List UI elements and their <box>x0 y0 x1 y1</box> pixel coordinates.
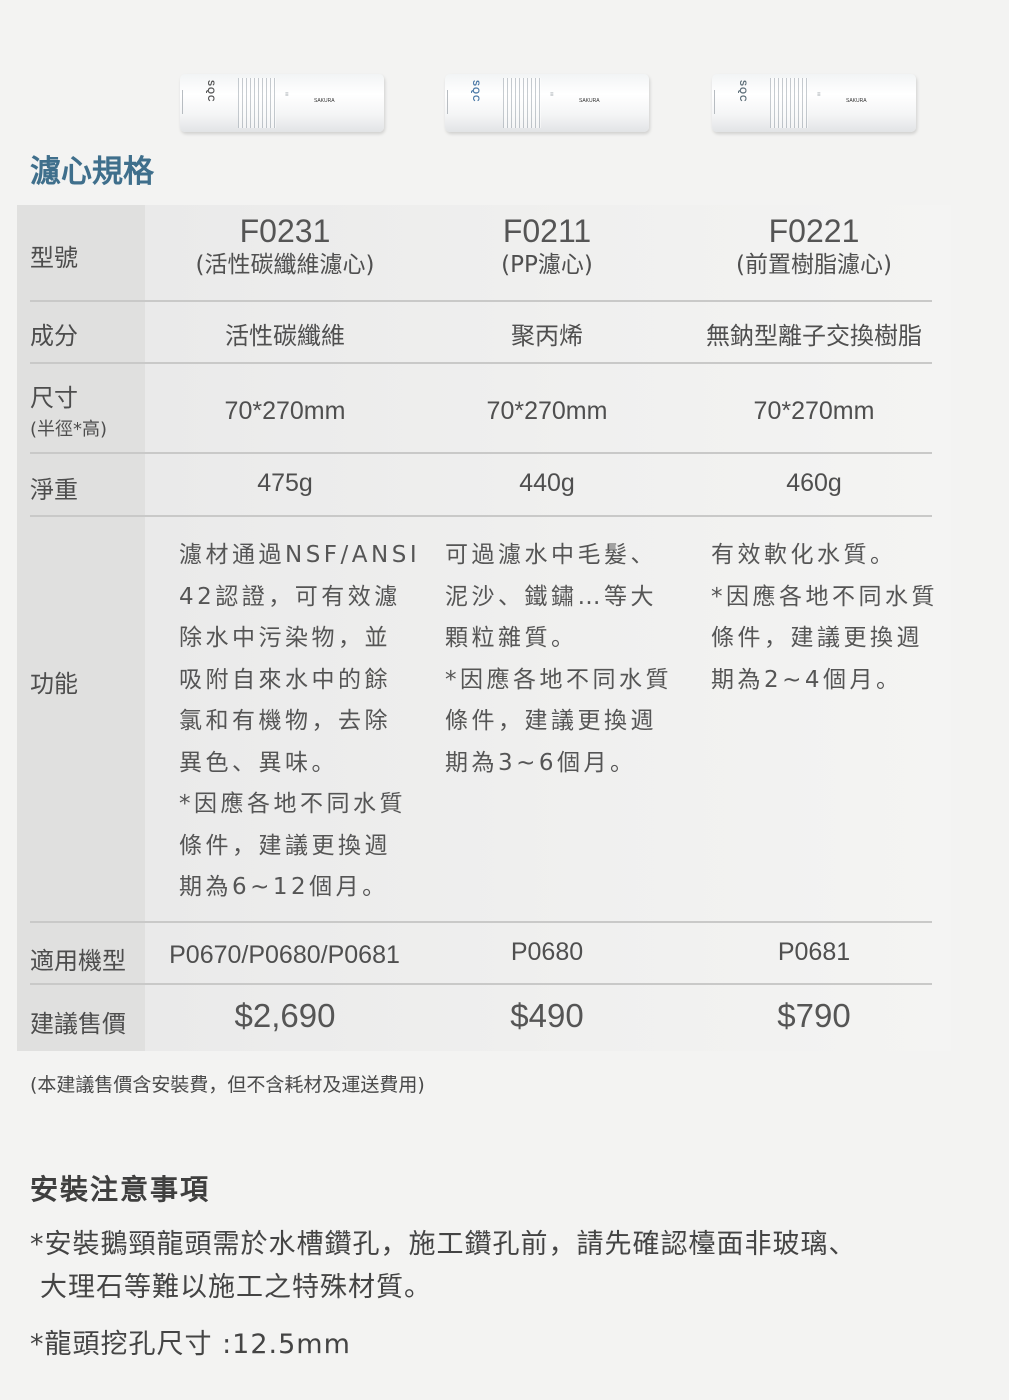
weight-value: 440g <box>519 469 575 497</box>
compatible-value: P0680 <box>510 938 584 966</box>
filter-cartridge-image-f0221: SQC ≡ SAKURA <box>712 74 916 132</box>
function-line: 期為6~12個月。 <box>179 874 389 900</box>
price-value: $790 <box>777 997 851 1034</box>
function-line: 吸附自來水中的餘 <box>179 666 391 693</box>
cartridge-brand: SAKURA <box>314 98 335 104</box>
row-divider <box>30 515 932 517</box>
function-line: 條件，建議更換週 <box>711 625 923 651</box>
function-text-f0221: 有效軟化水質。 *因應各地不同水質 條件，建議更換週 期為2~4個月。 <box>711 535 938 701</box>
weight-value: 460g <box>786 469 842 497</box>
function-line: 可過濾水中毛髮、 <box>445 542 657 568</box>
model-cell: F0221 (前置樹脂濾心) <box>699 213 929 281</box>
cartridge-logo: SQC <box>471 80 481 103</box>
function-line: 期為3~6個月。 <box>445 749 637 776</box>
price-value: $2,690 <box>234 997 336 1034</box>
function-line: 條件，建議更換週 <box>179 832 391 859</box>
function-line: 顆粒雜質。 <box>445 625 578 651</box>
cartridge-brand: SAKURA <box>579 98 600 104</box>
size-value: 70*270mm <box>224 397 346 425</box>
filter-cartridge-image-f0211: SQC ≡ SAKURA <box>445 74 649 132</box>
model-name: (前置樹脂濾心) <box>736 252 892 278</box>
filter-cartridge-image-f0231: SQC ≡ SAKURA <box>180 74 384 132</box>
price-value: $490 <box>510 997 584 1034</box>
label-function: 功能 <box>30 670 78 698</box>
row-divider <box>30 921 932 923</box>
install-note-line: *龍頭挖孔尺寸 :12.5mm <box>30 1329 351 1360</box>
spec-table: 型號 F0231 (活性碳纖維濾心) F0211 (PP濾心) F0221 (前… <box>17 205 951 1051</box>
row-divider <box>30 362 932 364</box>
compatible-value: P0681 <box>777 938 851 966</box>
material-value: 聚丙烯 <box>511 322 583 350</box>
label-model: 型號 <box>30 244 78 272</box>
model-cell: F0231 (活性碳纖維濾心) <box>170 213 400 281</box>
function-line: 濾材通過NSF/ANSI <box>179 542 421 568</box>
size-value: 70*270mm <box>753 397 875 425</box>
install-note-line: *安裝鵝頸龍頭需於水槽鑽孔，施工鑽孔前，請先確認檯面非玻璃、 <box>30 1229 857 1260</box>
install-note-line: 大理石等難以施工之特殊材質。 <box>40 1272 432 1303</box>
function-text-f0231: 濾材通過NSF/ANSI 42認證，可有效濾 除水中污染物，並 吸附自來水中的餘… <box>179 535 420 909</box>
function-line: 泥沙、鐵鏽…等大 <box>445 583 657 610</box>
label-material: 成分 <box>30 322 78 350</box>
price-note: (本建議售價含安裝費，但不含耗材及運送費用) <box>30 1074 425 1096</box>
row-divider <box>30 452 932 454</box>
product-image-row: SQC ≡ SAKURA SQC ≡ SAKURA SQC ≡ SAKURA <box>0 0 1009 140</box>
row-divider <box>30 300 932 302</box>
install-notes-title: 安裝注意事項 <box>30 1173 211 1206</box>
material-value: 無鈉型離子交換樹脂 <box>706 322 922 350</box>
compatible-value: P0670/P0680/P0681 <box>169 941 400 969</box>
function-line: 期為2~4個月。 <box>711 666 903 693</box>
function-line: 42認證，可有效濾 <box>179 583 401 610</box>
section-title: 濾心規格 <box>30 154 154 190</box>
label-size-text: 尺寸 <box>30 384 78 412</box>
function-line: 氯和有機物，去除 <box>179 708 391 734</box>
label-price: 建議售價 <box>30 1010 126 1038</box>
label-compatible: 適用機型 <box>30 947 126 975</box>
size-value: 70*270mm <box>486 397 608 425</box>
function-line: *因應各地不同水質 <box>179 791 406 817</box>
label-size-sub: (半徑*高) <box>30 419 108 440</box>
material-value: 活性碳纖維 <box>225 322 345 350</box>
function-line: *因應各地不同水質 <box>445 666 672 693</box>
cartridge-brand: SAKURA <box>846 98 867 104</box>
label-weight: 淨重 <box>30 476 78 504</box>
model-cell: F0211 (PP濾心) <box>437 213 657 281</box>
function-line: 除水中污染物，並 <box>179 625 391 651</box>
model-number: F0211 <box>502 213 592 249</box>
cartridge-logo: SQC <box>206 80 216 103</box>
function-line: *因應各地不同水質 <box>711 583 938 610</box>
weight-value: 475g <box>257 469 313 497</box>
function-text-f0211: 可過濾水中毛髮、 泥沙、鐵鏽…等大 顆粒雜質。 *因應各地不同水質 條件，建議更… <box>445 535 672 784</box>
model-name: (PP濾心) <box>501 252 593 278</box>
function-line: 條件，建議更換週 <box>445 708 657 734</box>
model-number: F0231 <box>239 213 331 249</box>
cartridge-logo: SQC <box>738 80 748 103</box>
label-size: 尺寸 (半徑*高) <box>30 378 107 441</box>
row-divider <box>30 983 932 985</box>
model-number: F0221 <box>768 213 860 249</box>
function-line: 異色、異味。 <box>179 749 338 776</box>
model-name: (活性碳纖維濾心) <box>195 252 375 278</box>
function-line: 有效軟化水質。 <box>711 542 897 568</box>
